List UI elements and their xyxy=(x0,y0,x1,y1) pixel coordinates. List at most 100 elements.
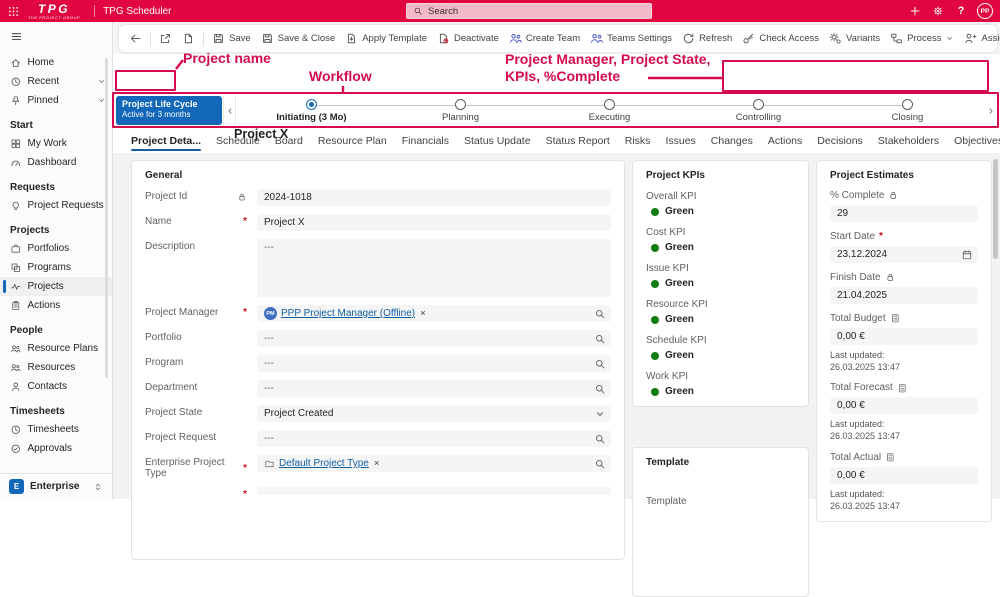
person-icon xyxy=(10,381,22,393)
tab-objectives[interactable]: Objectives xyxy=(954,128,1000,153)
settings-button[interactable] xyxy=(928,0,948,22)
variants-button[interactable]: Variants xyxy=(824,27,885,51)
tab-resource-plan[interactable]: Resource Plan xyxy=(318,128,387,153)
sidebar-item-actions[interactable]: Actions xyxy=(0,296,112,315)
sidebar-item-my-work[interactable]: My Work xyxy=(0,134,112,153)
tab-risks[interactable]: Risks xyxy=(625,128,651,153)
project-request-lookup[interactable]: --- xyxy=(257,430,611,447)
name-input[interactable]: Project X xyxy=(257,214,611,231)
popout-button[interactable] xyxy=(154,27,177,51)
sidebar-item-resource-plans[interactable]: Resource Plans xyxy=(0,339,112,358)
tab-status-report[interactable]: Status Report xyxy=(546,128,610,153)
total-forecast-input[interactable]: 0,00 € xyxy=(830,397,978,414)
sidebar-item-contacts[interactable]: Contacts xyxy=(0,377,112,396)
sidebar-item-portfolios[interactable]: Portfolios xyxy=(0,239,112,258)
tab-changes[interactable]: Changes xyxy=(711,128,753,153)
kpi-value-row[interactable]: Green xyxy=(646,350,795,361)
process-flow-badge[interactable]: Project Life Cycle Active for 3 months xyxy=(116,96,222,125)
finish-date-input[interactable]: 21.04.2025 xyxy=(830,287,978,304)
tab-actions[interactable]: Actions xyxy=(768,128,802,153)
enterprise-project-type-link[interactable]: Default Project Type xyxy=(279,458,369,469)
sidebar-group-requests: Requests xyxy=(0,172,112,196)
sidebar-item-timesheets[interactable]: Timesheets xyxy=(0,420,112,439)
sidebar-item-recent[interactable]: Recent xyxy=(0,72,112,91)
assign-button[interactable]: Assign xyxy=(959,27,1000,51)
field-enterprise-project-type: Enterprise Project Type* Default Project… xyxy=(145,455,611,479)
lookup-search-icon[interactable] xyxy=(594,333,606,345)
lookup-search-icon[interactable] xyxy=(594,433,606,445)
content-scrollbar[interactable] xyxy=(993,159,998,259)
project-manager-lookup[interactable]: PM PPP Project Manager (Offline) × xyxy=(257,305,611,322)
process-scroll-right-button[interactable] xyxy=(984,96,997,125)
total-budget-input[interactable]: 0,00 € xyxy=(830,328,978,345)
portfolio-lookup[interactable]: --- xyxy=(257,330,611,347)
project-manager-link[interactable]: PPP Project Manager (Offline) xyxy=(281,308,415,319)
calendar-icon[interactable] xyxy=(961,249,973,261)
department-lookup[interactable]: --- xyxy=(257,380,611,397)
stage-closing[interactable]: Closing xyxy=(833,96,982,125)
lookup-search-icon[interactable] xyxy=(594,308,606,320)
remove-value-icon[interactable]: × xyxy=(374,458,380,469)
description-textarea[interactable]: --- xyxy=(257,239,611,297)
start-date-input[interactable]: 23.12.2024 xyxy=(830,246,978,263)
help-button[interactable]: ? xyxy=(951,0,971,22)
quick-create-button[interactable] xyxy=(905,0,925,22)
tab-stakeholders[interactable]: Stakeholders xyxy=(878,128,939,153)
kpi-value-row[interactable]: Green xyxy=(646,206,795,217)
kpi-value-row[interactable]: Green xyxy=(646,242,795,253)
sidebar-item-dashboard[interactable]: Dashboard xyxy=(0,153,112,172)
sidebar-item-resources[interactable]: Resources xyxy=(0,358,112,377)
refresh-button[interactable]: Refresh xyxy=(677,27,737,51)
stage-planning[interactable]: Planning xyxy=(386,96,535,125)
tab-project-details[interactable]: Project Deta... xyxy=(131,128,201,153)
clipped-lookup[interactable] xyxy=(257,487,611,495)
back-button[interactable] xyxy=(124,27,147,51)
app-launcher-button[interactable] xyxy=(0,0,26,22)
sidebar-scrollbar[interactable] xyxy=(105,58,108,378)
deactivate-button[interactable]: Deactivate xyxy=(432,27,504,51)
tab-decisions[interactable]: Decisions xyxy=(817,128,863,153)
lookup-search-icon[interactable] xyxy=(594,458,606,470)
sidebar-item-project-requests[interactable]: Project Requests xyxy=(0,196,112,215)
process-menu-button[interactable]: Process xyxy=(885,27,959,51)
teams-settings-button[interactable]: Teams Settings xyxy=(585,27,677,51)
sidebar-item-home[interactable]: Home xyxy=(0,53,112,72)
process-scroll-left-button[interactable] xyxy=(223,96,236,125)
chevron-down-icon[interactable] xyxy=(594,408,606,420)
save-button[interactable]: Save xyxy=(207,27,256,51)
stage-controlling[interactable]: Controlling xyxy=(684,96,833,125)
lookup-search-icon[interactable] xyxy=(594,383,606,395)
nav-toggle-button[interactable] xyxy=(0,22,112,49)
create-team-button[interactable]: Create Team xyxy=(504,27,585,51)
area-switcher[interactable]: E Enterprise xyxy=(0,473,112,499)
apply-template-button[interactable]: Apply Template xyxy=(340,27,432,51)
stage-initiating[interactable]: Initiating (3 Mo) xyxy=(237,96,386,125)
stage-executing[interactable]: Executing xyxy=(535,96,684,125)
stage-label: Controlling xyxy=(736,112,781,123)
sidebar-item-programs[interactable]: Programs xyxy=(0,258,112,277)
sidebar-item-pinned[interactable]: Pinned xyxy=(0,91,112,110)
project-state-select[interactable]: Project Created xyxy=(257,405,611,422)
required-asterisk: * xyxy=(243,307,247,318)
remove-value-icon[interactable]: × xyxy=(420,308,426,319)
lookup-search-icon[interactable] xyxy=(594,358,606,370)
total-actual-input[interactable]: 0,00 € xyxy=(830,467,978,484)
project-id-input[interactable]: 2024-1018 xyxy=(257,189,611,206)
user-avatar[interactable]: PP xyxy=(977,3,993,19)
check-access-button[interactable]: Check Access xyxy=(737,27,824,51)
sidebar-item-approvals[interactable]: Approvals xyxy=(0,439,112,458)
tab-financials[interactable]: Financials xyxy=(402,128,449,153)
kpi-value-row[interactable]: Green xyxy=(646,278,795,289)
sidebar-item-projects[interactable]: Projects xyxy=(0,277,112,296)
percent-complete-input[interactable]: 29 xyxy=(830,205,978,222)
tab-status-update[interactable]: Status Update xyxy=(464,128,531,153)
open-record-button[interactable] xyxy=(177,27,200,51)
save-and-close-button[interactable]: Save & Close xyxy=(256,27,341,51)
green-status-dot xyxy=(651,208,659,216)
program-lookup[interactable]: --- xyxy=(257,355,611,372)
global-search-input[interactable]: Search xyxy=(406,3,652,19)
enterprise-project-type-lookup[interactable]: Default Project Type × xyxy=(257,455,611,472)
kpi-value-row[interactable]: Green xyxy=(646,386,795,397)
tab-issues[interactable]: Issues xyxy=(665,128,695,153)
kpi-value-row[interactable]: Green xyxy=(646,314,795,325)
